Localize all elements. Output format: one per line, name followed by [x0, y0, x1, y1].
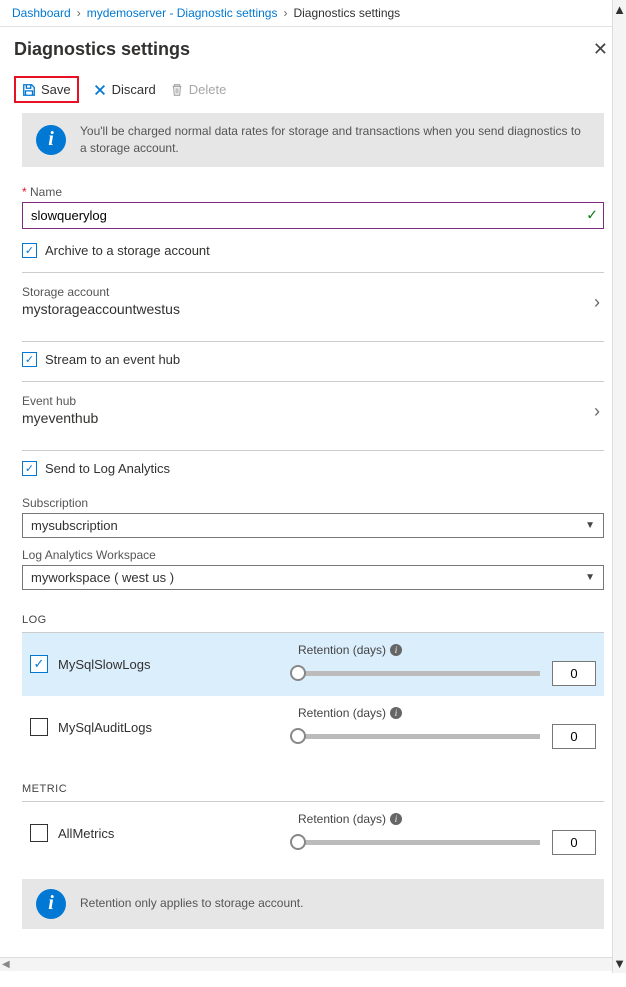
discard-button[interactable]: Discard: [93, 82, 156, 97]
info-message: You'll be charged normal data rates for …: [80, 123, 590, 157]
save-label: Save: [41, 82, 71, 97]
log-analytics-label: Send to Log Analytics: [45, 461, 170, 476]
breadcrumb-current: Diagnostics settings: [293, 6, 400, 20]
row-name: MySqlAuditLogs: [58, 720, 288, 735]
info-icon[interactable]: i: [390, 707, 402, 719]
row-checkbox[interactable]: [30, 824, 48, 842]
subscription-label: Subscription: [22, 496, 604, 510]
validation-check-icon: ✓: [586, 207, 598, 224]
info-storage-charges: i You'll be charged normal data rates fo…: [22, 113, 604, 167]
row-name: MySqlSlowLogs: [58, 657, 288, 672]
divider: [22, 272, 604, 273]
stream-label: Stream to an event hub: [45, 352, 180, 367]
breadcrumb-server[interactable]: mydemoserver - Diagnostic settings: [87, 6, 278, 20]
workspace-select[interactable]: myworkspace ( west us ) ▼: [22, 565, 604, 590]
retention-slider[interactable]: [298, 840, 540, 845]
discard-label: Discard: [112, 82, 156, 97]
storage-account-label: Storage account: [22, 285, 180, 299]
scroll-up-icon[interactable]: ▲: [613, 2, 626, 17]
log-section-header: LOG: [22, 614, 604, 633]
retention-label: Retention (days): [298, 643, 386, 657]
chevron-down-icon: ▼: [585, 572, 595, 583]
delete-label: Delete: [189, 82, 227, 97]
info-retention-note: i Retention only applies to storage acco…: [22, 879, 604, 929]
subscription-select[interactable]: mysubscription ▼: [22, 513, 604, 538]
retention-label: Retention (days): [298, 706, 386, 720]
storage-account-value: mystorageaccountwestus: [22, 301, 180, 317]
row-checkbox[interactable]: ✓: [30, 655, 48, 673]
workspace-label: Log Analytics Workspace: [22, 548, 604, 562]
divider: [22, 381, 604, 382]
info-icon: i: [36, 889, 66, 919]
page-title: Diagnostics settings: [14, 39, 190, 60]
info-icon: i: [36, 125, 66, 155]
name-input[interactable]: [22, 202, 604, 229]
chevron-right-icon: ›: [283, 6, 287, 20]
stream-checkbox[interactable]: ✓: [22, 352, 37, 367]
save-icon: [22, 83, 36, 97]
row-name: AllMetrics: [58, 826, 288, 841]
chevron-right-icon: ›: [77, 6, 81, 20]
storage-account-picker[interactable]: Storage account mystorageaccountwestus ›: [22, 283, 604, 327]
retention-slider[interactable]: [298, 734, 540, 739]
chevron-right-icon: ›: [590, 288, 604, 317]
delete-icon: [170, 83, 184, 97]
save-button[interactable]: Save: [22, 82, 71, 97]
vertical-scrollbar[interactable]: ▲ ▼: [612, 0, 626, 973]
scroll-left-icon[interactable]: ◀: [2, 959, 10, 970]
retention-slider[interactable]: [298, 671, 540, 676]
metric-row-allmetrics[interactable]: AllMetrics Retention (days) i: [22, 802, 604, 865]
archive-checkbox[interactable]: ✓: [22, 243, 37, 258]
log-row-mysqlauditlogs[interactable]: MySqlAuditLogs Retention (days) i: [22, 696, 604, 759]
breadcrumb-dashboard[interactable]: Dashboard: [12, 6, 71, 20]
discard-icon: [93, 83, 107, 97]
name-label: Name: [22, 185, 604, 199]
metric-section-header: METRIC: [22, 783, 604, 802]
info-icon[interactable]: i: [390, 644, 402, 656]
subscription-value: mysubscription: [31, 518, 118, 533]
scroll-down-icon[interactable]: ▼: [613, 956, 626, 971]
chevron-down-icon: ▼: [585, 520, 595, 531]
chevron-right-icon: ›: [590, 397, 604, 426]
toolbar: Save Discard Delete: [0, 70, 626, 113]
close-icon[interactable]: ✕: [589, 35, 612, 64]
delete-button: Delete: [170, 82, 227, 97]
row-checkbox[interactable]: [30, 718, 48, 736]
retention-input[interactable]: [552, 830, 596, 855]
log-analytics-checkbox[interactable]: ✓: [22, 461, 37, 476]
retention-input[interactable]: [552, 724, 596, 749]
retention-input[interactable]: [552, 661, 596, 686]
horizontal-scrollbar[interactable]: ◀ ▶: [0, 957, 626, 971]
breadcrumb: Dashboard › mydemoserver - Diagnostic se…: [0, 0, 626, 27]
log-row-mysqlslowlogs[interactable]: ✓ MySqlSlowLogs Retention (days) i: [22, 633, 604, 696]
workspace-value: myworkspace ( west us ): [31, 570, 174, 585]
info-icon[interactable]: i: [390, 813, 402, 825]
event-hub-value: myeventhub: [22, 410, 98, 426]
event-hub-label: Event hub: [22, 394, 98, 408]
event-hub-picker[interactable]: Event hub myeventhub ›: [22, 392, 604, 436]
divider: [22, 450, 604, 451]
retention-label: Retention (days): [298, 812, 386, 826]
archive-label: Archive to a storage account: [45, 243, 210, 258]
info-message: Retention only applies to storage accoun…: [80, 895, 303, 912]
divider: [22, 341, 604, 342]
